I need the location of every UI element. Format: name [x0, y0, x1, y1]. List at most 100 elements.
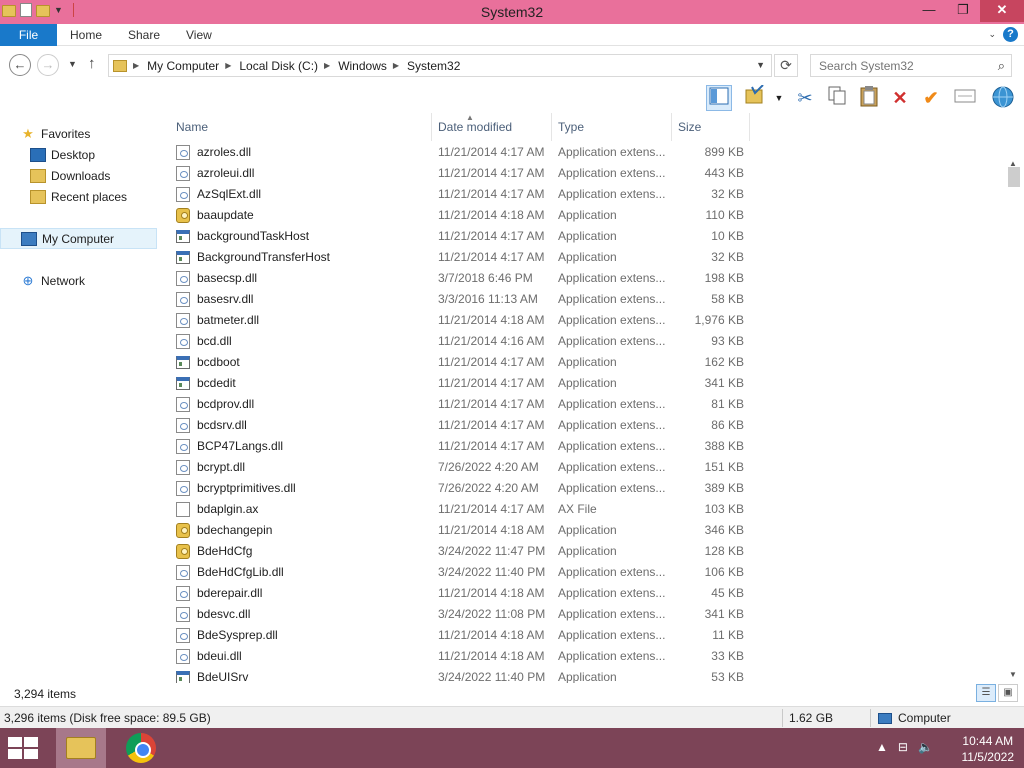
tab-file[interactable]: File: [0, 24, 57, 46]
file-date: 11/21/2014 4:17 AM: [438, 355, 545, 369]
search-box[interactable]: ⌕: [810, 54, 1012, 77]
copy-icon: [828, 86, 846, 105]
table-row[interactable]: batmeter.dll 11/21/2014 4:18 AM Applicatio…: [170, 310, 1006, 331]
table-row[interactable]: basecsp.dll 3/7/2018 6:46 PM Application e…: [170, 268, 1006, 289]
file-size: 128 KB: [704, 544, 744, 558]
nav-desktop[interactable]: Desktop: [30, 144, 150, 165]
network-status-icon[interactable]: ⊟: [898, 740, 908, 754]
table-row[interactable]: bcdprov.dll 11/21/2014 4:17 AM Application…: [170, 394, 1006, 415]
breadcrumb-windows[interactable]: Windows: [338, 59, 387, 73]
rename-button[interactable]: ✔: [918, 85, 944, 111]
address-bar[interactable]: ▶ My Computer ▶ Local Disk (C:) ▶ Window…: [108, 54, 772, 77]
breadcrumb-local-disk[interactable]: Local Disk (C:): [239, 59, 318, 73]
file-date: 3/3/2016 11:13 AM: [438, 292, 538, 306]
taskbar-chrome[interactable]: [126, 733, 156, 763]
file-name: AzSqlExt.dll: [197, 187, 262, 201]
properties-button[interactable]: [952, 85, 978, 111]
column-header-size[interactable]: Size: [672, 113, 750, 141]
table-row[interactable]: bcdboot 11/21/2014 4:17 AM Application 162 …: [170, 352, 1006, 373]
folder-options-button[interactable]: [742, 84, 768, 111]
table-row[interactable]: backgroundTaskHost 11/21/2014 4:17 AM Appl…: [170, 226, 1006, 247]
taskbar-clock[interactable]: 10:44 AM 11/5/2022: [962, 733, 1015, 765]
file-type: Application extens...: [558, 313, 666, 327]
table-row[interactable]: BdeHdCfgLib.dll 3/24/2022 11:40 PM Applica…: [170, 562, 1006, 583]
preview-pane-button[interactable]: [706, 85, 732, 111]
nav-favorites[interactable]: ★ Favorites: [20, 123, 150, 144]
nav-downloads[interactable]: Downloads: [30, 165, 150, 186]
nav-network[interactable]: ⊕ Network: [20, 270, 150, 291]
breadcrumb-my-computer[interactable]: My Computer: [147, 59, 219, 73]
nav-recent-places[interactable]: Recent places: [30, 186, 150, 207]
table-row[interactable]: bcryptprimitives.dll 7/26/2022 4:20 AM App…: [170, 478, 1006, 499]
breadcrumb-separator-icon[interactable]: ▶: [133, 61, 139, 70]
breadcrumb-system32[interactable]: System32: [407, 59, 460, 73]
table-row[interactable]: baaupdate 11/21/2014 4:18 AM Application 11…: [170, 205, 1006, 226]
large-icons-view-button[interactable]: ▣: [998, 684, 1018, 702]
start-button[interactable]: [8, 737, 38, 759]
table-row[interactable]: bcdsrv.dll 11/21/2014 4:17 AM Application …: [170, 415, 1006, 436]
table-row[interactable]: azroleui.dll 11/21/2014 4:17 AM Applicatio…: [170, 163, 1006, 184]
volume-icon[interactable]: 🔈: [918, 740, 933, 754]
show-hidden-icons-icon[interactable]: ▲: [876, 740, 888, 754]
scroll-thumb[interactable]: [1008, 167, 1020, 187]
table-row[interactable]: BdeSysprep.dll 11/21/2014 4:18 AM Applicat…: [170, 625, 1006, 646]
table-row[interactable]: bcdedit 11/21/2014 4:17 AM Application 341 …: [170, 373, 1006, 394]
column-header-type[interactable]: Type: [552, 113, 672, 141]
table-row[interactable]: bcrypt.dll 7/26/2022 4:20 AM Application e…: [170, 457, 1006, 478]
help-icon[interactable]: ?: [1003, 27, 1018, 42]
file-size: 33 KB: [711, 649, 744, 663]
column-header-date[interactable]: Date modified: [432, 113, 552, 141]
table-row[interactable]: bderepair.dll 11/21/2014 4:18 AM Applicati…: [170, 583, 1006, 604]
tab-home[interactable]: Home: [70, 24, 102, 46]
search-icon[interactable]: ⌕: [998, 58, 1005, 74]
forward-button[interactable]: →: [37, 54, 59, 76]
dll-file-icon: [176, 439, 190, 454]
file-rows: azroles.dll 11/21/2014 4:17 AM Application…: [170, 142, 1006, 683]
table-row[interactable]: AzSqlExt.dll 11/21/2014 4:17 AM Applicatio…: [170, 184, 1006, 205]
recent-locations-dropdown-icon[interactable]: ▼: [68, 59, 77, 69]
back-button[interactable]: ←: [9, 54, 31, 76]
file-name-cell: BdeUISrv: [176, 667, 432, 683]
breadcrumb-separator-icon[interactable]: ▶: [324, 61, 330, 70]
paste-button[interactable]: [856, 85, 882, 111]
nav-my-computer[interactable]: My Computer: [0, 228, 157, 249]
table-row[interactable]: BdeUISrv 3/24/2022 11:40 PM Application 53 …: [170, 667, 1006, 683]
folder-options-dropdown-icon[interactable]: ▼: [772, 85, 786, 111]
refresh-button[interactable]: ⟳: [774, 54, 798, 77]
table-row[interactable]: BackgroundTransferHost 11/21/2014 4:17 AM…: [170, 247, 1006, 268]
table-row[interactable]: bcd.dll 11/21/2014 4:16 AM Application ext…: [170, 331, 1006, 352]
status-divider: [870, 709, 871, 727]
clipboard-icon: [860, 86, 878, 107]
up-arrow-icon[interactable]: ↑: [88, 55, 96, 72]
scroll-down-icon[interactable]: ▼: [1009, 670, 1017, 679]
table-row[interactable]: BdeHdCfg 3/24/2022 11:47 PM Application 128…: [170, 541, 1006, 562]
minimize-button[interactable]: —: [912, 0, 946, 22]
taskbar-file-explorer[interactable]: [56, 728, 106, 768]
table-row[interactable]: BCP47Langs.dll 11/21/2014 4:17 AM Applicat…: [170, 436, 1006, 457]
tab-view[interactable]: View: [186, 24, 212, 46]
maximize-button[interactable]: ❐: [946, 0, 980, 22]
table-row[interactable]: bdechangepin 11/21/2014 4:18 AM Applicatio…: [170, 520, 1006, 541]
internet-button[interactable]: [990, 85, 1016, 111]
table-row[interactable]: basesrv.dll 3/3/2016 11:13 AM Application …: [170, 289, 1006, 310]
table-row[interactable]: bdeui.dll 11/21/2014 4:18 AM Application e…: [170, 646, 1006, 667]
column-header-name[interactable]: Name: [170, 113, 432, 141]
address-history-dropdown-icon[interactable]: ▼: [756, 60, 765, 70]
expand-ribbon-icon[interactable]: ⌄: [988, 29, 996, 40]
close-button[interactable]: ✕: [980, 0, 1024, 22]
copy-button[interactable]: [824, 85, 850, 111]
vertical-scrollbar[interactable]: ▲ ▼: [1006, 113, 1022, 683]
cut-button[interactable]: ✂: [792, 85, 818, 111]
table-row[interactable]: azroles.dll 11/21/2014 4:17 AM Application…: [170, 142, 1006, 163]
dll-file-icon: [176, 145, 190, 160]
table-row[interactable]: bdaplgin.ax 11/21/2014 4:17 AM AX File 103 …: [170, 499, 1006, 520]
dll-file-icon: [176, 460, 190, 475]
search-input[interactable]: [811, 55, 981, 76]
breadcrumb-separator-icon[interactable]: ▶: [393, 61, 399, 70]
breadcrumb-separator-icon[interactable]: ▶: [225, 61, 231, 70]
delete-button[interactable]: ✕: [887, 85, 913, 111]
details-view-button[interactable]: ☰: [976, 684, 996, 702]
tab-share[interactable]: Share: [128, 24, 160, 46]
table-row[interactable]: bdesvc.dll 3/24/2022 11:08 PM Application …: [170, 604, 1006, 625]
file-date: 3/24/2022 11:47 PM: [438, 544, 546, 558]
